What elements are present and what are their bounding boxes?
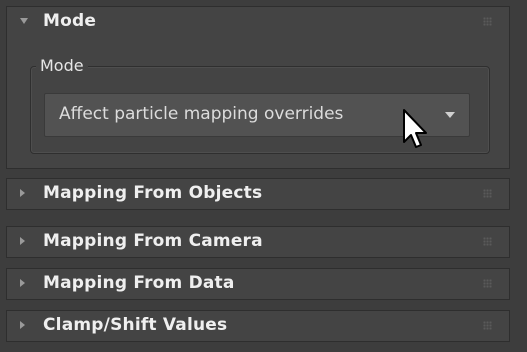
mouse-cursor-icon xyxy=(403,109,427,148)
triangle-down-icon xyxy=(20,18,28,24)
rollout-title: Clamp/Shift Values xyxy=(43,315,228,335)
rollout-mapping-from-data: Mapping From Data xyxy=(6,268,510,300)
drag-grip-icon[interactable] xyxy=(483,17,492,26)
rollout-mapping-from-data-header[interactable]: Mapping From Data xyxy=(7,269,509,299)
triangle-right-icon xyxy=(20,321,25,329)
drag-grip-icon[interactable] xyxy=(483,279,492,288)
rollout-title: Mapping From Data xyxy=(43,273,235,293)
triangle-right-icon xyxy=(20,237,25,245)
drag-grip-icon[interactable] xyxy=(483,189,492,198)
mode-group-label: Mode xyxy=(36,55,88,77)
rollout-title: Mapping From Objects xyxy=(43,183,263,203)
rollout-mapping-from-camera-header[interactable]: Mapping From Camera xyxy=(7,227,509,257)
rollout-mapping-from-objects: Mapping From Objects xyxy=(6,178,510,210)
rollout-mapping-from-camera: Mapping From Camera xyxy=(6,226,510,258)
rollout-mapping-from-objects-header[interactable]: Mapping From Objects xyxy=(7,179,509,209)
rollout-clamp-shift-values-header[interactable]: Clamp/Shift Values xyxy=(7,311,509,341)
chevron-down-icon[interactable] xyxy=(445,112,455,118)
triangle-right-icon xyxy=(20,189,25,197)
triangle-right-icon xyxy=(20,279,25,287)
drag-grip-icon[interactable] xyxy=(483,321,492,330)
dropdown-selected-value: Affect particle mapping overrides xyxy=(59,104,344,124)
rollout-mode-header[interactable]: Mode xyxy=(7,7,509,37)
rollout-title: Mapping From Camera xyxy=(43,231,263,251)
rollout-clamp-shift-values: Clamp/Shift Values xyxy=(6,310,510,342)
rollout-title: Mode xyxy=(43,11,97,31)
drag-grip-icon[interactable] xyxy=(483,237,492,246)
